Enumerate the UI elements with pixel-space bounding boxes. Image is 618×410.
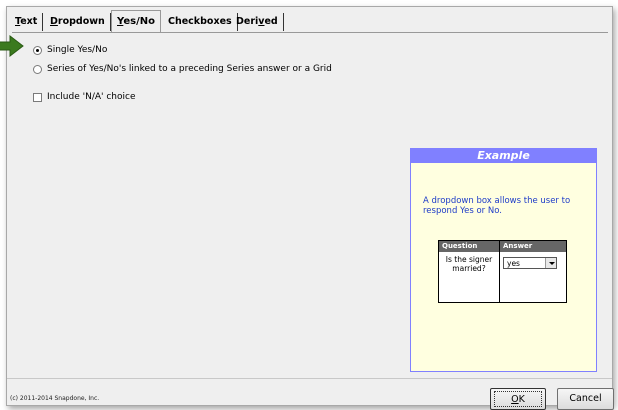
series-yes-no-option[interactable]: Series of Yes/No's linked to a preceding… xyxy=(33,63,332,75)
example-table: Question Answer Is the signer married? y… xyxy=(438,240,567,303)
ok-button-label: OK xyxy=(494,391,542,407)
arrow-pointer-icon xyxy=(0,35,24,57)
ok-button[interactable]: OK xyxy=(490,388,546,410)
include-na-checkbox[interactable] xyxy=(33,92,42,102)
example-description: A dropdown box allows the user to respon… xyxy=(423,196,571,216)
question-header: Question xyxy=(439,241,500,252)
series-yes-no-label: Series of Yes/No's linked to a preceding… xyxy=(47,64,332,74)
single-yes-no-radio[interactable] xyxy=(33,45,42,55)
series-yes-no-radio[interactable] xyxy=(33,64,42,74)
tab-bar: Text Dropdown Yes/No Checkboxes Derived xyxy=(7,7,612,33)
cancel-button[interactable]: Cancel xyxy=(557,388,614,410)
example-title: Example xyxy=(411,149,596,163)
tab-derived[interactable]: Derived xyxy=(231,13,284,31)
answer-header: Answer xyxy=(503,242,533,250)
footer-divider xyxy=(7,378,612,379)
include-na-label: Include 'N/A' choice xyxy=(47,92,136,102)
single-yes-no-option[interactable]: Single Yes/No xyxy=(33,44,107,56)
include-na-option[interactable]: Include 'N/A' choice xyxy=(33,91,136,103)
example-panel: Example A dropdown box allows the user t… xyxy=(410,148,597,372)
example-table-header: Question Answer xyxy=(439,241,566,252)
dialog-window: Text Dropdown Yes/No Checkboxes Derived … xyxy=(6,6,614,410)
tab-dropdown[interactable]: Dropdown xyxy=(45,13,111,31)
tab-panel-border xyxy=(12,32,608,33)
tab-text[interactable]: Text xyxy=(10,13,44,31)
copyright-text: (c) 2011-2014 Snapdone, Inc. xyxy=(10,395,100,402)
tab-yes-no[interactable]: Yes/No xyxy=(111,10,161,33)
example-table-row: Is the signer married? yes xyxy=(439,252,566,302)
example-answer-dropdown: yes xyxy=(503,257,557,269)
tab-checkboxes[interactable]: Checkboxes xyxy=(163,13,238,31)
chevron-down-icon xyxy=(545,258,556,268)
single-yes-no-label: Single Yes/No xyxy=(47,45,108,55)
example-answer-value: yes xyxy=(507,258,520,268)
example-answer-cell: yes xyxy=(500,252,566,302)
example-question: Is the signer married? xyxy=(439,252,500,302)
